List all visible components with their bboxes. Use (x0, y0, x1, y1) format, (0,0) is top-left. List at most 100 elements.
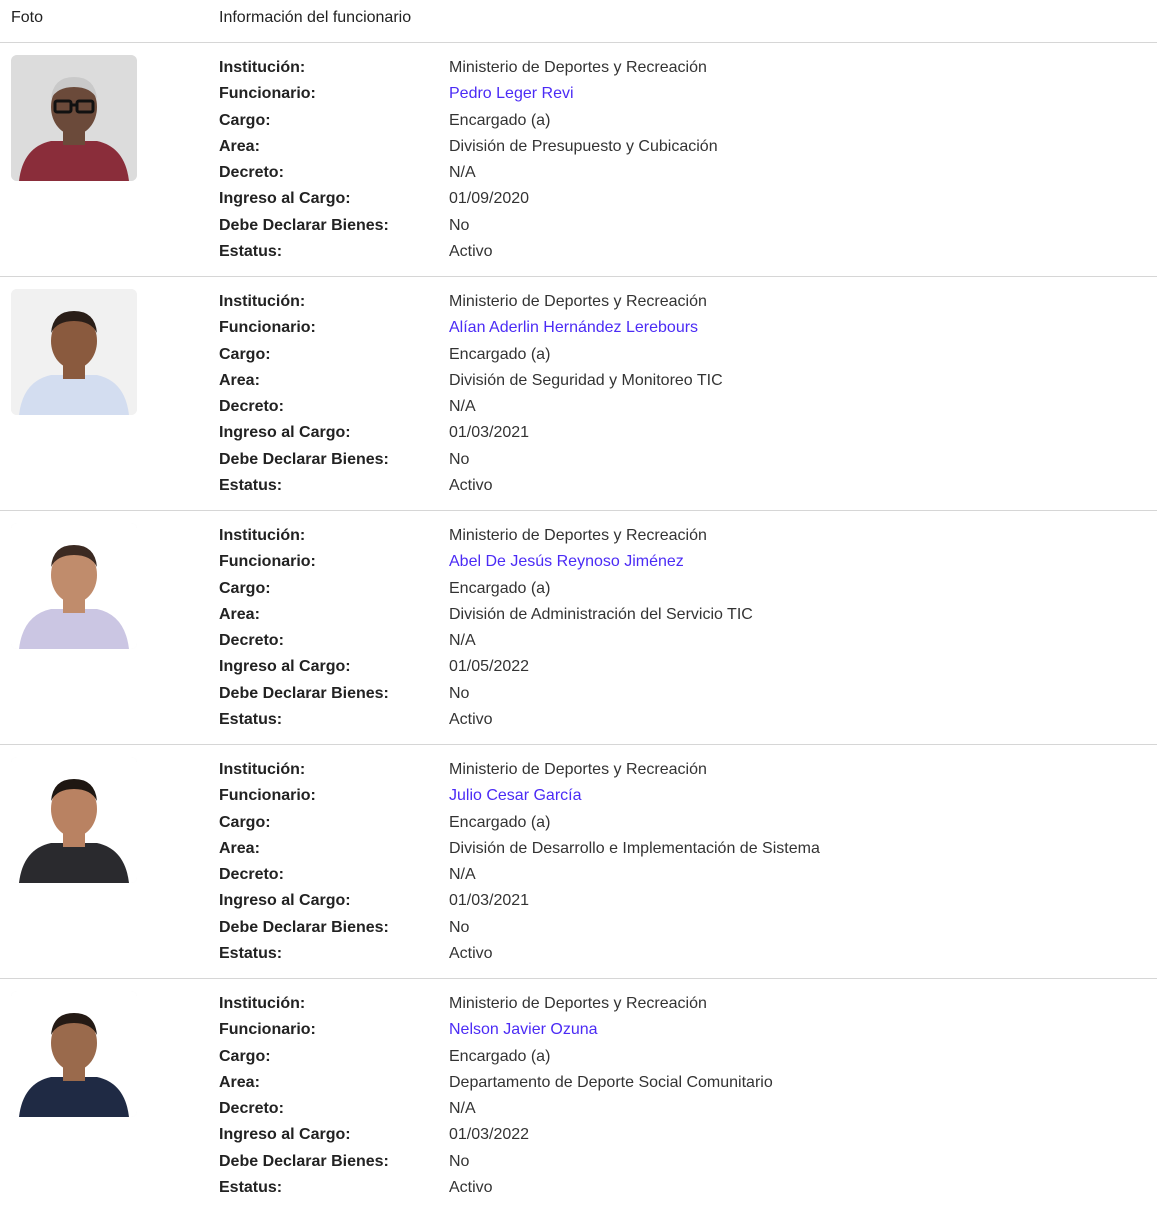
field-value-cargo: Encargado (a) (449, 579, 551, 597)
field-value-area: División de Presupuesto y Cubicación (449, 137, 718, 155)
field-estatus: Estatus: Activo (219, 1175, 773, 1201)
field-decreto: Decreto: N/A (219, 628, 753, 654)
official-photo (11, 991, 137, 1117)
official-name-link[interactable]: Alían Aderlin Hernández Lerebours (449, 315, 698, 341)
field-label-declarar: Debe Declarar Bienes: (219, 450, 389, 468)
official-info: Institución: Ministerio de Deportes y Rec… (219, 289, 723, 499)
field-label-decreto: Decreto: (219, 866, 284, 884)
field-label-funcionario: Funcionario: (219, 787, 316, 805)
field-label-estatus: Estatus: (219, 477, 283, 495)
official-name-link[interactable]: Julio Cesar García (449, 783, 582, 809)
field-label-estatus: Estatus: (219, 945, 283, 963)
field-label-institucion: Institución: (219, 59, 306, 76)
table-body: Institución: Ministerio de Deportes y Rec… (0, 43, 1157, 1212)
official-photo (11, 55, 137, 181)
official-name-link[interactable]: Nelson Javier Ozuna (449, 1017, 598, 1043)
field-area: Area: División de Presupuesto y Cubicació… (219, 134, 718, 160)
field-value-declarar: No (449, 918, 470, 936)
field-value-ingreso: 01/03/2021 (449, 424, 530, 442)
field-label-cargo: Cargo: (219, 1047, 271, 1065)
officials-table: Foto Información del funcionario Institu… (0, 0, 1157, 1212)
field-label-institucion: Institución: (219, 995, 306, 1012)
field-funcionario: Funcionario: Nelson Javier Ozuna (219, 1017, 773, 1043)
official-info: Institución: Ministerio de Deportes y Rec… (219, 55, 718, 265)
field-funcionario: Funcionario: Julio Cesar García (219, 783, 820, 809)
field-label-ingreso: Ingreso al Cargo: (219, 892, 351, 910)
field-ingreso: Ingreso al Cargo: 01/03/2021 (219, 888, 820, 914)
field-value-cargo: Encargado (a) (449, 1047, 551, 1065)
column-header-info: Información del funcionario (219, 9, 412, 26)
official-name-link[interactable]: Abel De Jesús Reynoso Jiménez (449, 549, 684, 575)
field-value-area: División de Desarrollo e Implementación … (449, 839, 820, 857)
table-row: Institución: Ministerio de Deportes y Rec… (0, 43, 1157, 277)
official-photo (11, 757, 137, 883)
table-row: Institución: Ministerio de Deportes y Rec… (0, 277, 1157, 511)
field-label-cargo: Cargo: (219, 813, 271, 831)
field-value-declarar: No (449, 450, 470, 468)
field-label-declarar: Debe Declarar Bienes: (219, 918, 389, 936)
field-funcionario: Funcionario: Abel De Jesús Reynoso Jiméne… (219, 549, 753, 575)
table-row: Institución: Ministerio de Deportes y Rec… (0, 745, 1157, 979)
field-value-decreto: N/A (449, 632, 476, 650)
field-estatus: Estatus: Activo (219, 707, 753, 733)
field-decreto: Decreto: N/A (219, 862, 820, 888)
field-value-institucion: Ministerio de Deportes y Recreación (449, 995, 707, 1012)
column-header-foto: Foto (11, 9, 44, 26)
field-label-area: Area: (219, 137, 260, 155)
field-decreto: Decreto: N/A (219, 160, 718, 186)
field-cargo: Cargo: Encargado (a) (219, 108, 718, 134)
field-cargo: Cargo: Encargado (a) (219, 342, 723, 368)
field-value-estatus: Activo (449, 243, 493, 261)
field-funcionario: Funcionario: Pedro Leger Revi (219, 81, 718, 107)
field-value-cargo: Encargado (a) (449, 813, 551, 831)
field-area: Area: Departamento de Deporte Social Comu… (219, 1070, 773, 1096)
field-label-institucion: Institución: (219, 761, 306, 778)
field-value-decreto: N/A (449, 164, 476, 182)
field-label-decreto: Decreto: (219, 164, 284, 182)
field-label-institucion: Institución: (219, 293, 306, 310)
field-label-funcionario: Funcionario: (219, 85, 316, 103)
field-value-institucion: Ministerio de Deportes y Recreación (449, 527, 707, 544)
field-label-institucion: Institución: (219, 527, 306, 544)
field-value-estatus: Activo (449, 1179, 493, 1197)
official-name-link[interactable]: Pedro Leger Revi (449, 81, 574, 107)
field-value-area: Departamento de Deporte Social Comunitar… (449, 1073, 773, 1091)
official-info: Institución: Ministerio de Deportes y Rec… (219, 991, 773, 1201)
field-label-ingreso: Ingreso al Cargo: (219, 424, 351, 442)
field-label-declarar: Debe Declarar Bienes: (219, 1152, 389, 1170)
table-row: Institución: Ministerio de Deportes y Rec… (0, 511, 1157, 745)
field-area: Area: División de Desarrollo e Implementa… (219, 836, 820, 862)
field-label-ingreso: Ingreso al Cargo: (219, 190, 351, 208)
field-area: Area: División de Administración del Serv… (219, 602, 753, 628)
field-value-institucion: Ministerio de Deportes y Recreación (449, 59, 707, 76)
field-decreto: Decreto: N/A (219, 1096, 773, 1122)
field-label-cargo: Cargo: (219, 111, 271, 129)
field-estatus: Estatus: Activo (219, 941, 820, 967)
field-label-area: Area: (219, 839, 260, 857)
field-label-estatus: Estatus: (219, 243, 283, 261)
field-label-cargo: Cargo: (219, 345, 271, 363)
field-label-estatus: Estatus: (219, 1179, 283, 1197)
field-label-ingreso: Ingreso al Cargo: (219, 1126, 351, 1144)
field-label-estatus: Estatus: (219, 711, 283, 729)
field-value-ingreso: 01/03/2022 (449, 1126, 530, 1144)
field-value-area: División de Seguridad y Monitoreo TIC (449, 371, 723, 389)
field-value-declarar: No (449, 1152, 470, 1170)
official-info: Institución: Ministerio de Deportes y Rec… (219, 523, 753, 733)
field-value-cargo: Encargado (a) (449, 345, 551, 363)
field-institucion: Institución: Ministerio de Deportes y Rec… (219, 289, 723, 315)
field-declarar: Debe Declarar Bienes: No (219, 213, 718, 239)
official-info: Institución: Ministerio de Deportes y Rec… (219, 757, 820, 967)
field-label-cargo: Cargo: (219, 579, 271, 597)
field-value-cargo: Encargado (a) (449, 111, 551, 129)
field-cargo: Cargo: Encargado (a) (219, 810, 820, 836)
field-ingreso: Ingreso al Cargo: 01/05/2022 (219, 654, 753, 680)
field-estatus: Estatus: Activo (219, 239, 718, 265)
field-value-estatus: Activo (449, 945, 493, 963)
field-label-funcionario: Funcionario: (219, 319, 316, 337)
field-ingreso: Ingreso al Cargo: 01/03/2021 (219, 420, 723, 446)
field-label-ingreso: Ingreso al Cargo: (219, 658, 351, 676)
table-row: Institución: Ministerio de Deportes y Rec… (0, 979, 1157, 1212)
field-value-declarar: No (449, 684, 470, 702)
field-declarar: Debe Declarar Bienes: No (219, 447, 723, 473)
